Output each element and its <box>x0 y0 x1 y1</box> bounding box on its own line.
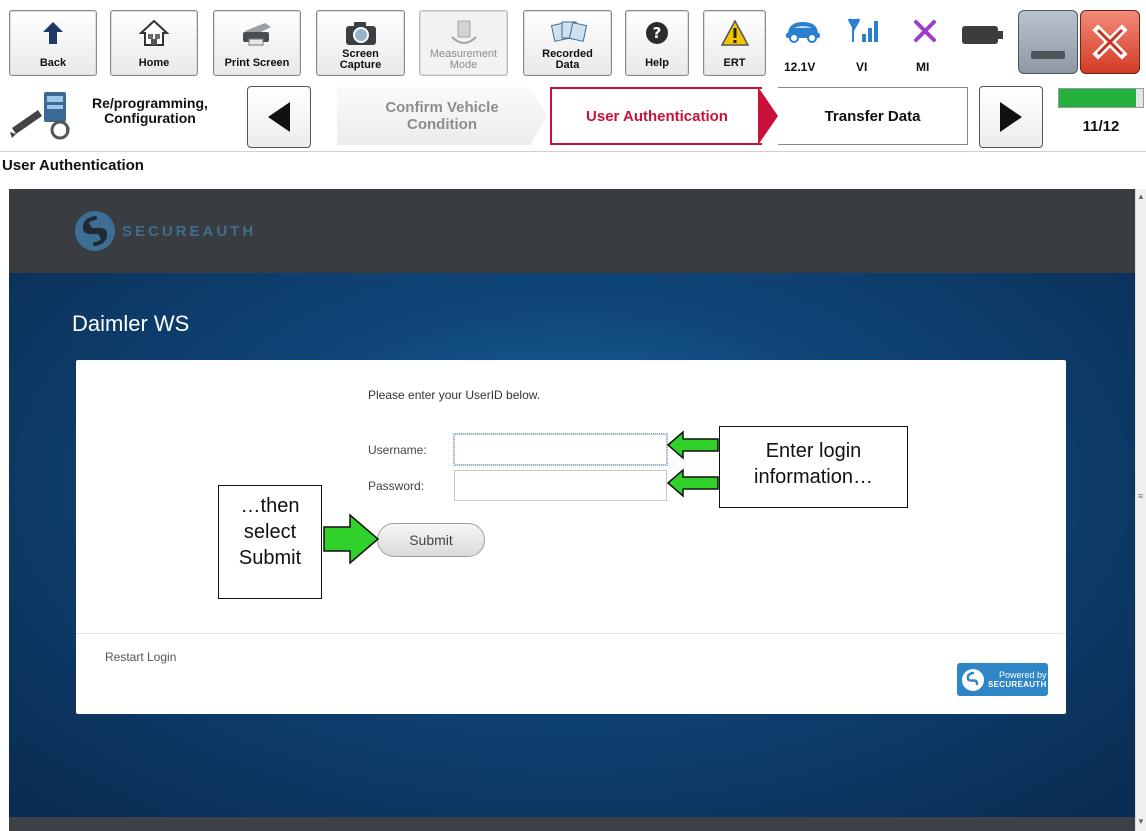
help-button[interactable]: ? Help <box>625 10 689 76</box>
callout-login-line1: Enter login <box>765 440 862 462</box>
callout-submit-line2: select <box>243 521 297 543</box>
vertical-scrollbar[interactable]: ▲ ≡ ▼ <box>1135 189 1146 831</box>
home-icon <box>111 17 197 49</box>
main-toolbar: Back Home Print Screen Screen Capture Me… <box>0 0 1146 80</box>
secureauth-header: SECUREAUTH <box>9 189 1135 273</box>
back-button[interactable]: Back <box>9 10 97 76</box>
home-button[interactable]: Home <box>110 10 198 76</box>
recorded-data-label-line2: Data <box>555 59 580 71</box>
mode-label: Re/programming, Configuration <box>92 96 208 126</box>
secureauth-footer <box>9 817 1135 831</box>
secureauth-logo-icon <box>75 211 115 251</box>
secureauth-body: Daimler WS Please enter your UserID belo… <box>9 273 1135 831</box>
ert-button[interactable]: ERT <box>703 10 766 76</box>
screen-capture-button[interactable]: Screen Capture <box>316 10 405 76</box>
battery-icon <box>962 26 1003 44</box>
powered-by-text: Powered by SECUREAUTH <box>988 669 1047 689</box>
back-arrow-icon <box>10 17 96 49</box>
help-label: Help <box>645 57 669 69</box>
page-title: User Authentication <box>2 157 144 174</box>
measurement-mode-label: Measurement Mode <box>420 49 507 71</box>
submit-button[interactable]: Submit <box>377 523 485 557</box>
current-step-label: User Authentication <box>586 107 728 125</box>
ert-label: ERT <box>723 57 746 69</box>
vi-label: VI <box>856 60 868 74</box>
step-progress-fill <box>1059 89 1136 107</box>
secureauth-badge-icon <box>962 668 984 691</box>
mode-label-line1: Re/programming, <box>92 95 208 111</box>
print-screen-label: Print Screen <box>224 57 290 69</box>
current-step-pointer <box>758 87 778 145</box>
password-input[interactable] <box>454 470 667 501</box>
reprogramming-icon <box>8 88 78 142</box>
measurement-icon <box>420 17 507 49</box>
back-label: Back <box>39 57 67 69</box>
mi-label: MI <box>916 60 930 74</box>
recorded-data-icon <box>524 17 611 49</box>
restart-login-link[interactable]: Restart Login <box>105 650 176 664</box>
powered-by-secureauth-badge: Powered by SECUREAUTH <box>957 663 1048 696</box>
panel-divider <box>76 633 1066 634</box>
screen-capture-label: Screen Capture <box>317 49 404 71</box>
camera-icon <box>317 17 404 49</box>
callout-submit-line1: …then <box>240 495 300 517</box>
recorded-data-button[interactable]: Recorded Data <box>523 10 612 76</box>
measurement-mode-button[interactable]: Measurement Mode <box>419 10 508 76</box>
mi-disconnected-icon <box>905 14 945 48</box>
prev-step-line2: Condition <box>407 116 477 133</box>
close-icon <box>1092 24 1128 60</box>
minimize-button[interactable] <box>1018 10 1078 74</box>
next-step-label: Transfer Data <box>824 107 921 125</box>
callout-select-submit: …then select Submit <box>218 485 322 599</box>
next-step-button[interactable] <box>979 86 1043 148</box>
callout-submit-line3: Submit <box>238 547 302 569</box>
username-label: Username: <box>368 443 427 457</box>
workflow-step-bar: Re/programming, Configuration Confirm Ve… <box>0 82 1146 152</box>
voltage-readout: 12.1V <box>784 60 816 74</box>
svg-text:?: ? <box>653 24 662 42</box>
screen-capture-label-line2: Capture <box>339 59 382 71</box>
callout-arrow-username-icon <box>666 430 719 460</box>
measurement-mode-label-line2: Mode <box>449 59 478 71</box>
callout-arrow-password-icon <box>666 468 719 498</box>
vi-signal-icon <box>844 14 884 48</box>
close-button[interactable] <box>1080 10 1140 74</box>
step-transfer-data: Transfer Data <box>778 87 968 145</box>
home-label: Home <box>138 57 170 69</box>
car-icon <box>783 14 823 48</box>
callout-login-line2: information… <box>754 466 873 488</box>
username-input[interactable] <box>453 433 668 466</box>
powered-by-line2: SECUREAUTH <box>988 679 1047 689</box>
previous-step-button[interactable] <box>247 86 311 148</box>
prev-step-line1: Confirm Vehicle <box>385 99 499 116</box>
triangle-left-icon <box>268 102 290 132</box>
callout-enter-login: Enter login information… <box>719 426 908 508</box>
recorded-data-label: Recorded Data <box>524 49 611 71</box>
step-progress-text: 11/12 <box>1082 118 1120 135</box>
powered-by-line1: Powered by <box>999 669 1047 680</box>
scroll-grip-icon[interactable]: ≡ <box>1138 491 1143 501</box>
login-instruction: Please enter your UserID below. <box>368 388 541 402</box>
help-icon: ? <box>626 17 688 49</box>
mode-label-line2: Configuration <box>104 110 196 126</box>
password-label: Password: <box>368 479 425 493</box>
scroll-down-arrow-icon[interactable]: ▼ <box>1137 817 1145 826</box>
application-window: { "toolbar": { "buttons": [ {"label": "B… <box>0 0 1146 831</box>
step-confirm-vehicle-condition: Confirm Vehicle Condition <box>337 87 547 145</box>
secureauth-logo: SECUREAUTH <box>74 210 256 252</box>
printer-icon <box>214 17 300 49</box>
warning-icon <box>704 17 765 49</box>
triangle-right-icon <box>1000 102 1022 132</box>
callout-arrow-submit-icon <box>323 513 380 565</box>
secureauth-logo-text: SECUREAUTH <box>122 222 257 240</box>
secureauth-login-frame: SECUREAUTH Daimler WS Please enter your … <box>9 189 1135 831</box>
step-user-authentication: User Authentication <box>550 87 762 145</box>
company-name: Daimler WS <box>72 311 190 336</box>
scroll-up-arrow-icon[interactable]: ▲ <box>1137 192 1145 201</box>
print-screen-button[interactable]: Print Screen <box>213 10 301 76</box>
step-progress-bar <box>1058 88 1144 108</box>
